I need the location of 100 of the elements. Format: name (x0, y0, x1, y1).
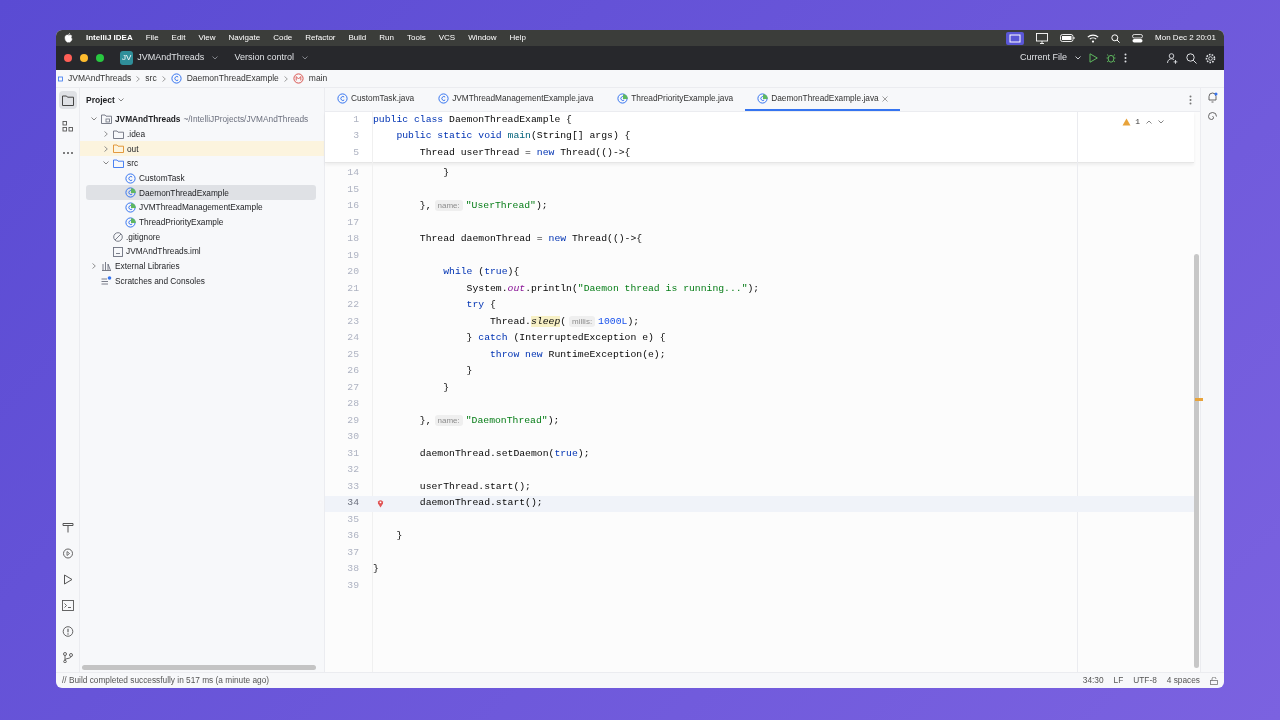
structure-icon[interactable] (61, 120, 74, 132)
excluded-folder-icon (113, 144, 124, 154)
menu-item[interactable]: File (145, 32, 159, 44)
run-configuration[interactable]: Current File (1020, 51, 1067, 65)
class-icon (438, 93, 450, 104)
spiral-icon[interactable] (1207, 111, 1218, 122)
tree-item[interactable]: .idea (80, 126, 324, 142)
panel-title[interactable]: Project (86, 93, 115, 107)
tree-item[interactable]: JVMAndThreads ~/IntelliJProjects/JVMAndThreads (80, 112, 324, 127)
menu-item[interactable]: Tools (407, 32, 426, 44)
menu-item[interactable]: Window (468, 32, 497, 44)
menu-item[interactable]: Run (379, 32, 394, 44)
class-icon (125, 172, 136, 184)
lock-icon[interactable] (1210, 676, 1218, 685)
indent-setting[interactable]: 4 spaces (1166, 674, 1200, 687)
terminal-icon[interactable] (61, 599, 74, 611)
display-icon[interactable] (1036, 32, 1049, 44)
folder-icon[interactable] (61, 94, 74, 106)
runnable-class-icon (125, 187, 136, 199)
minimize-window-button[interactable] (80, 54, 88, 62)
code-line: Thread.sleep( millis: 1000L); (490, 314, 640, 329)
project-selector[interactable]: JV JVMAndThreads (120, 51, 205, 65)
code-line: while (true){ (443, 265, 520, 280)
menu-item[interactable]: Code (273, 32, 293, 44)
line-number: 35 (346, 512, 359, 527)
line-number: 26 (346, 364, 359, 379)
status-message: // Build completed successfully in 517 ms (a minute ago) (62, 674, 270, 687)
line-number: 14 (346, 166, 359, 181)
run-icon[interactable] (61, 573, 74, 585)
tree-item[interactable]: DaemonThreadExample (86, 185, 316, 201)
code-line: Thread userThread = new Thread(()->{ (419, 145, 631, 160)
tree-item[interactable]: ThreadPriorityExample (80, 214, 324, 230)
more-icon[interactable] (1124, 53, 1127, 63)
notifications-icon[interactable] (1207, 92, 1218, 103)
control-center-icon[interactable] (1132, 33, 1144, 43)
menu-item[interactable]: Build (348, 32, 367, 44)
line-number: 33 (346, 479, 359, 494)
code-line: Thread daemonThread = new Thread(()->{ (419, 232, 643, 247)
tree-item[interactable]: src (80, 156, 324, 171)
battery-icon[interactable] (1060, 34, 1076, 42)
menu-item[interactable]: Refactor (305, 32, 336, 44)
breadcrumb-item[interactable]: main (308, 72, 328, 85)
line-number: 17 (346, 215, 359, 230)
chevron-up-icon[interactable] (1146, 120, 1152, 124)
tree-item[interactable]: out (80, 141, 324, 157)
services-icon[interactable] (61, 547, 74, 559)
scrollbar-thumb[interactable] (82, 664, 316, 670)
tree-item[interactable]: Scratches and Consoles (80, 273, 324, 289)
line-separator[interactable]: LF (1113, 674, 1124, 687)
tree-item[interactable]: .gitignore (80, 229, 324, 245)
menu-item[interactable]: View (198, 32, 216, 44)
problems-icon[interactable] (61, 625, 74, 637)
wifi-icon[interactable] (1087, 33, 1100, 43)
breakpoint-icon[interactable] (377, 498, 384, 508)
line-number: 24 (346, 331, 359, 346)
settings-icon[interactable] (1205, 52, 1216, 64)
code-line: daemonThread.setDaemon(true); (419, 446, 590, 461)
line-number: 31 (346, 446, 359, 461)
tree-item[interactable]: JVMAndThreads.iml (80, 244, 324, 259)
chevron-icon (102, 161, 109, 166)
close-window-button[interactable] (64, 54, 72, 62)
breadcrumb-item[interactable]: JVMAndThreads (68, 72, 132, 85)
warning-count[interactable]: 1 (1122, 116, 1140, 128)
run-icon[interactable] (1089, 53, 1098, 63)
tree-item[interactable]: JVMThreadManagementExample (80, 200, 324, 215)
zoom-window-button[interactable] (96, 54, 104, 62)
chevron-right-icon (136, 75, 141, 82)
hammer-icon[interactable] (61, 521, 74, 533)
line-number: 5 (352, 145, 359, 160)
menu-item[interactable]: Edit (171, 32, 186, 44)
editor-tab[interactable]: JVMThreadManagementExample.java (426, 88, 606, 111)
vcs-menu[interactable]: Version control (234, 51, 294, 65)
caret-position[interactable]: 34:30 (1082, 674, 1104, 687)
line-number: 19 (346, 248, 359, 263)
scrollbar-thumb[interactable] (1194, 254, 1199, 668)
app-name[interactable]: IntelliJ IDEA (86, 32, 133, 44)
line-number: 29 (346, 413, 359, 428)
search-icon[interactable] (1186, 52, 1197, 64)
line-number: 27 (346, 380, 359, 395)
menu-item[interactable]: Help (509, 32, 527, 44)
add-user-icon[interactable] (1167, 52, 1178, 64)
breadcrumb-item[interactable]: DaemonThreadExample (186, 72, 279, 85)
menu-item[interactable]: Navigate (228, 32, 261, 44)
menu-item[interactable]: VCS (438, 32, 456, 44)
code-line: System.out.println("Daemon thread is running..."); (466, 281, 760, 296)
apple-icon (64, 33, 73, 43)
git-branch-icon[interactable] (61, 651, 74, 663)
bug-icon[interactable] (1106, 53, 1116, 63)
file-encoding[interactable]: UTF-8 (1133, 674, 1157, 687)
editor-tab[interactable]: CustomTask.java (325, 88, 427, 111)
tree-item[interactable]: External Libraries (80, 258, 324, 274)
screen-share-icon[interactable] (1006, 31, 1025, 45)
editor-tab[interactable]: ThreadPriorityExample.java (605, 88, 746, 111)
line-number: 39 (346, 578, 359, 593)
code-line: }, name: "UserThread"); (419, 199, 548, 214)
breadcrumb-item[interactable]: src (145, 72, 157, 85)
tree-item[interactable]: CustomTask (80, 170, 324, 186)
search-icon[interactable] (1111, 33, 1121, 43)
line-number: 38 (346, 562, 359, 577)
chevron-icon (90, 117, 97, 122)
